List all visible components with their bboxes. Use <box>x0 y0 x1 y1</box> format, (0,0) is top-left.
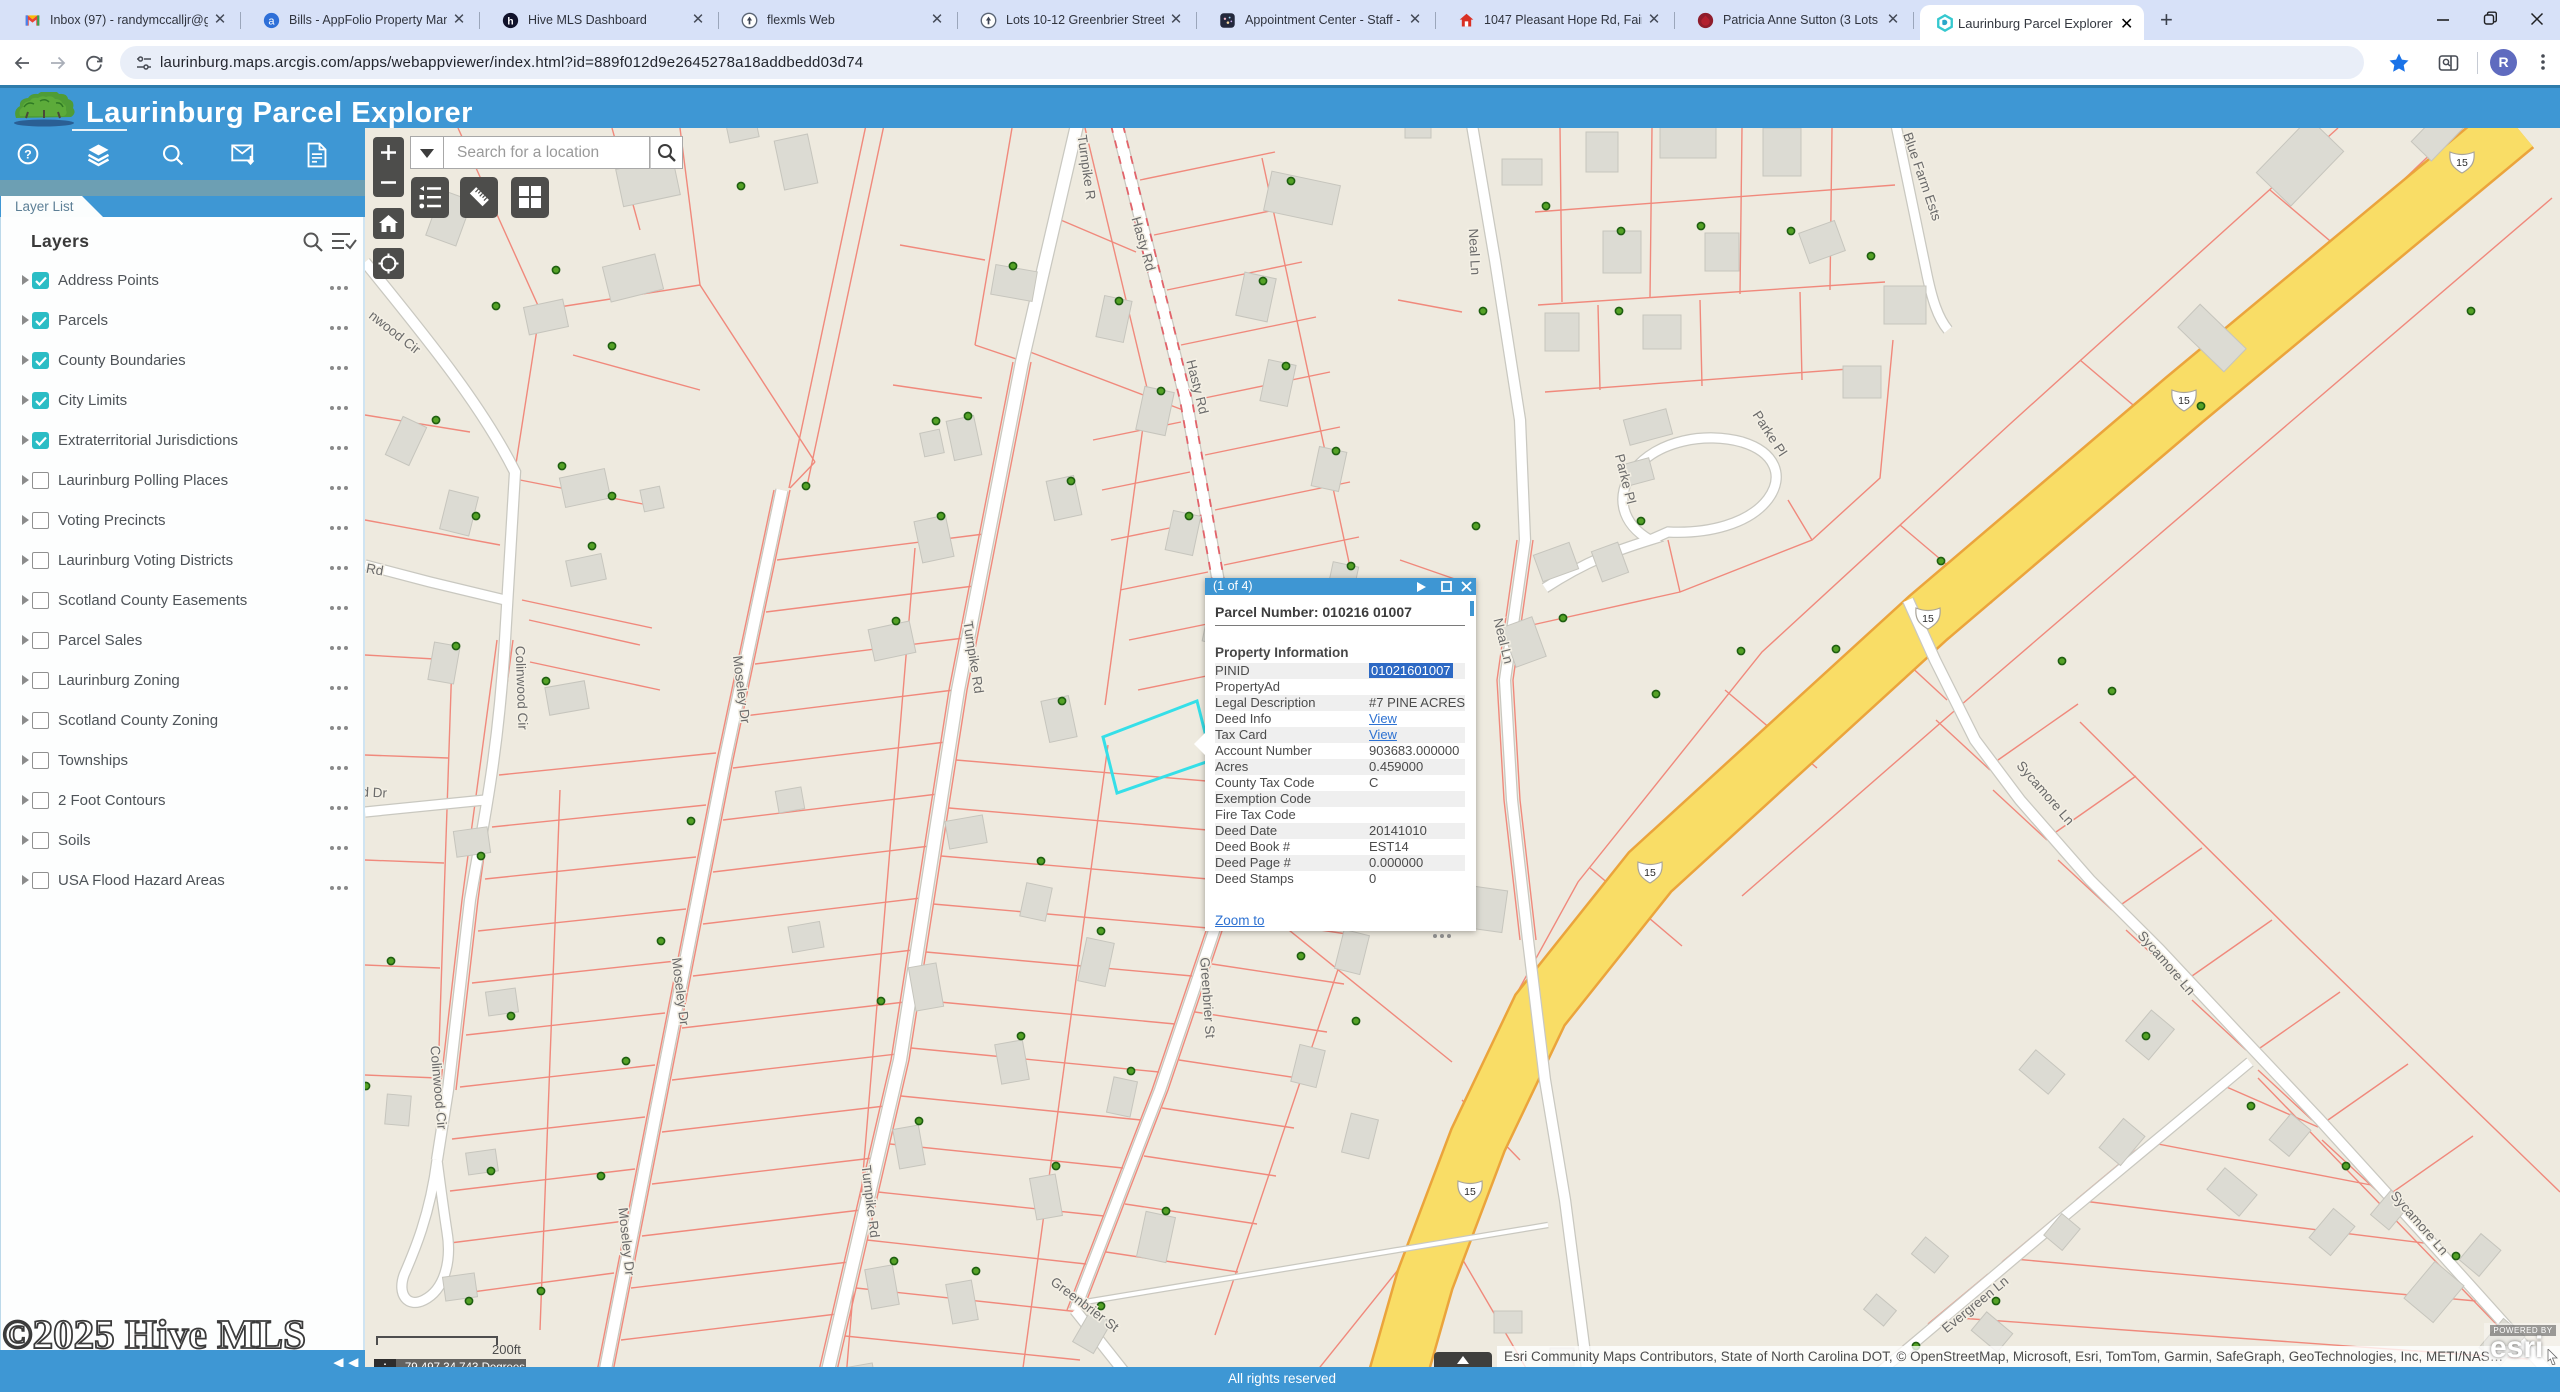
svg-text:15: 15 <box>1464 1186 1476 1198</box>
svg-text:Rd: Rd <box>365 561 385 579</box>
svg-text:a: a <box>268 15 275 27</box>
svg-text:15: 15 <box>2456 157 2468 169</box>
svg-text:15: 15 <box>1644 867 1656 879</box>
svg-text:?: ? <box>24 147 31 161</box>
svg-text:15: 15 <box>1922 613 1934 625</box>
svg-text:Colinwood Cir: Colinwood Cir <box>513 646 531 731</box>
svg-text:Neal Ln: Neal Ln <box>1466 228 1483 275</box>
svg-text:15: 15 <box>2178 395 2190 407</box>
svg-text:d Dr: d Dr <box>365 784 388 800</box>
svg-text:h: h <box>507 16 513 27</box>
